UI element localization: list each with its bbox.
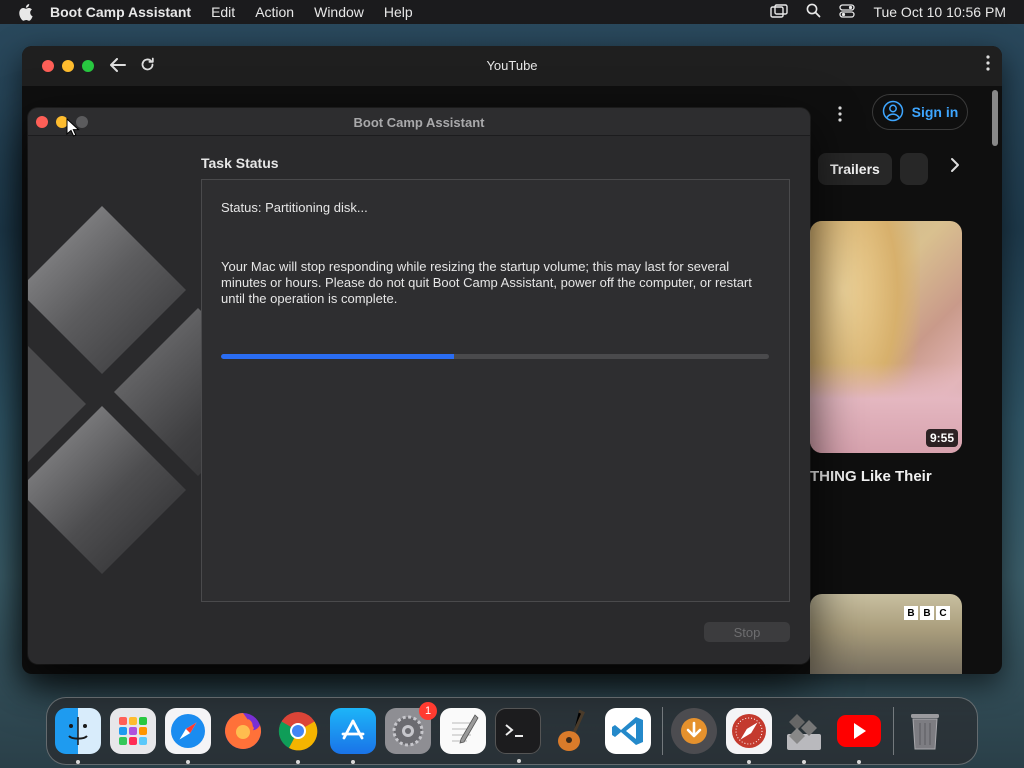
dock-separator <box>893 707 894 755</box>
video-thumbnail[interactable]: 9:55 <box>810 221 962 453</box>
account-icon <box>882 100 904 125</box>
safari-technology-preview-icon[interactable] <box>726 708 772 764</box>
finder-icon[interactable] <box>55 708 101 764</box>
youtube-more-icon[interactable] <box>838 106 842 127</box>
bbc-letter: B <box>920 606 934 620</box>
bbc-logo: B B C <box>904 606 950 620</box>
menu-help[interactable]: Help <box>384 4 413 20</box>
launchpad-icon[interactable] <box>110 708 156 754</box>
screen-mirroring-icon[interactable] <box>770 3 789 21</box>
progress-fill <box>221 354 454 359</box>
video-duration: 9:55 <box>925 429 958 447</box>
bbc-letter: C <box>936 606 950 620</box>
video-thumbnail-2[interactable]: B B C <box>810 594 962 674</box>
warning-text: Your Mac will stop responding while resi… <box>221 259 752 306</box>
running-indicator <box>747 760 751 764</box>
app-store-icon[interactable] <box>330 708 376 764</box>
running-indicator <box>186 760 190 764</box>
dock-separator <box>662 707 663 755</box>
bbc-letter: B <box>904 606 918 620</box>
sign-in-label: Sign in <box>911 104 959 120</box>
downloads-icon[interactable] <box>671 708 717 754</box>
apple-menu-icon[interactable] <box>14 1 36 23</box>
stop-button[interactable]: Stop <box>704 622 790 642</box>
trash-icon[interactable] <box>902 708 948 754</box>
youtube-icon[interactable] <box>836 708 882 764</box>
menu-window[interactable]: Window <box>314 4 364 20</box>
progress-bar <box>221 354 769 359</box>
menu-action[interactable]: Action <box>255 4 294 20</box>
chevron-right-icon[interactable] <box>950 157 960 178</box>
boot-camp-titlebar: Boot Camp Assistant <box>28 108 810 136</box>
chrome-icon[interactable] <box>275 708 321 764</box>
notification-badge: 1 <box>419 702 437 720</box>
textedit-icon[interactable] <box>440 708 486 754</box>
boot-camp-assistant-icon[interactable] <box>781 708 827 764</box>
firefox-icon[interactable] <box>220 708 266 754</box>
browser-titlebar: YouTube <box>22 46 1002 86</box>
running-indicator <box>76 760 80 764</box>
video-title[interactable]: THING Like Their <box>810 468 932 485</box>
chip-partial[interactable] <box>900 153 928 185</box>
chip-trailers[interactable]: Trailers <box>818 153 892 185</box>
garageband-icon[interactable] <box>550 708 596 754</box>
dock: 1 <box>46 697 978 765</box>
spotlight-search-icon[interactable] <box>806 3 821 21</box>
sign-in-button[interactable]: Sign in <box>872 94 968 130</box>
running-indicator <box>517 759 521 763</box>
running-indicator <box>296 760 300 764</box>
system-settings-icon[interactable]: 1 <box>385 702 437 754</box>
window-title: Boot Camp Assistant <box>353 115 485 130</box>
menu-edit[interactable]: Edit <box>211 4 235 20</box>
running-indicator <box>351 760 355 764</box>
vscode-icon[interactable] <box>605 708 651 754</box>
status-text: Status: Partitioning disk... <box>221 200 368 215</box>
menubar-clock[interactable]: Tue Oct 10 10:56 PM <box>873 4 1006 20</box>
menu-app-name[interactable]: Boot Camp Assistant <box>50 4 191 20</box>
browser-more-icon[interactable] <box>986 55 990 76</box>
status-panel: Status: Partitioning disk... Your Mac wi… <box>201 179 790 602</box>
mouse-cursor-icon <box>66 117 80 143</box>
running-indicator <box>857 760 861 764</box>
control-center-icon[interactable] <box>839 3 856 21</box>
running-indicator <box>802 760 806 764</box>
safari-icon[interactable] <box>165 708 211 764</box>
browser-scrollbar[interactable] <box>992 90 998 146</box>
boot-camp-window: Boot Camp Assistant Task Status Status: <box>28 108 810 664</box>
menu-bar: Boot Camp Assistant Edit Action Window H… <box>0 0 1024 24</box>
terminal-icon[interactable] <box>495 708 541 763</box>
task-status-heading: Task Status <box>201 155 279 171</box>
browser-title: YouTube <box>486 58 538 73</box>
